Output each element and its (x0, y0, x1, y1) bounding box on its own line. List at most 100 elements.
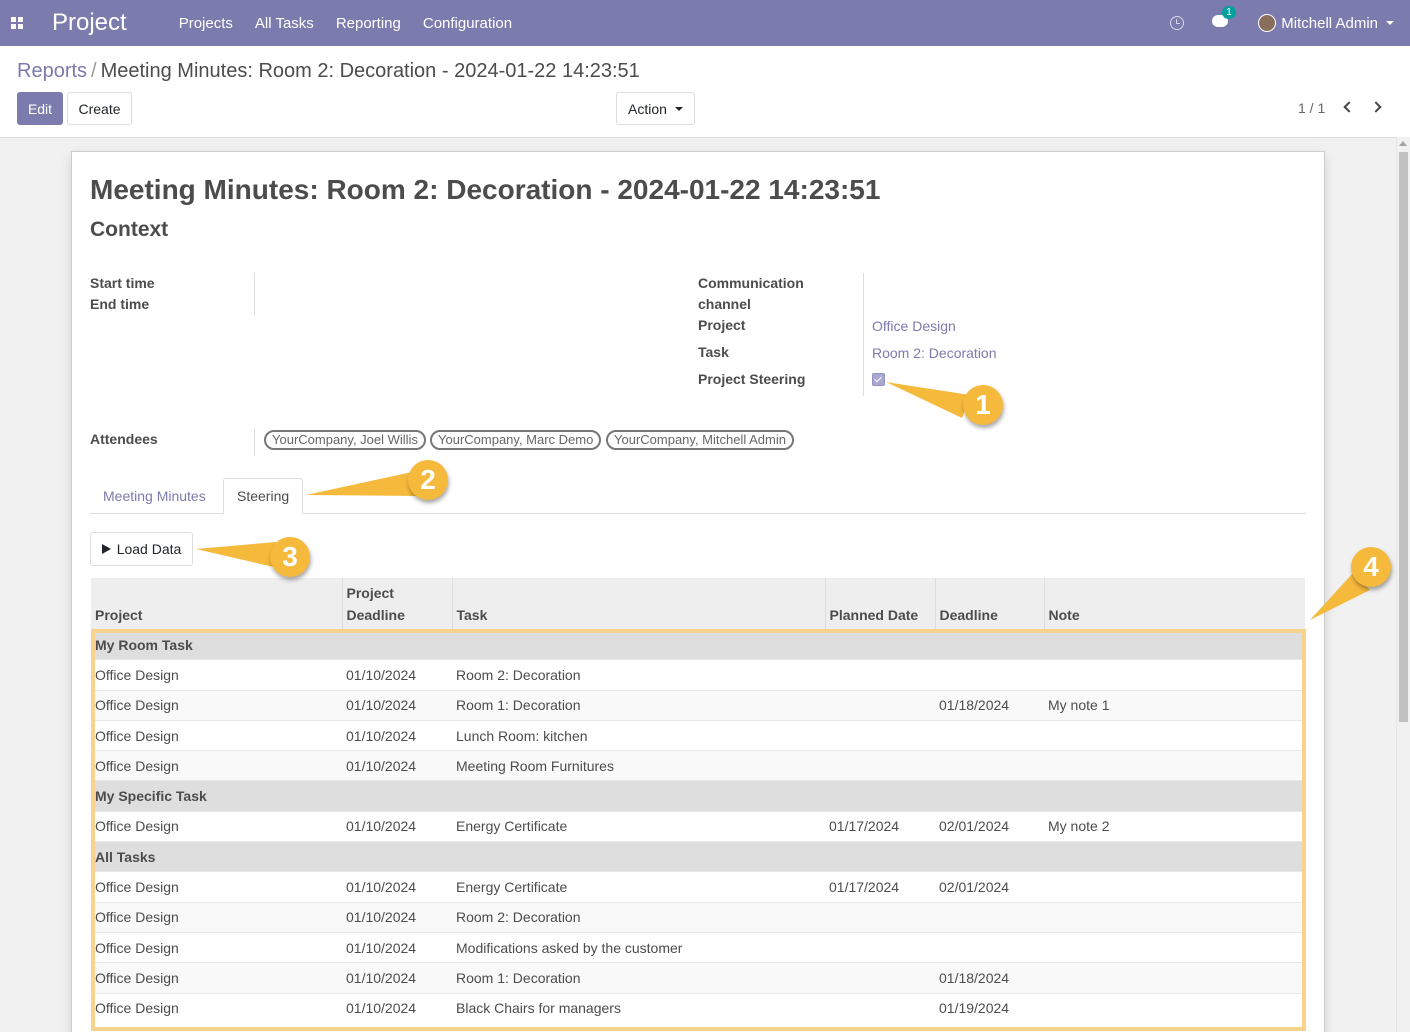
edit-button[interactable]: Edit (17, 92, 63, 125)
cell-project: Office Design (91, 901, 342, 933)
callout-badge-3: 3 (270, 537, 310, 577)
chevron-down-icon[interactable] (1386, 21, 1394, 25)
project-steering-checkbox[interactable] (872, 373, 885, 386)
cell-planned-date: 01/17/2024 (825, 871, 935, 903)
cell-planned-date (825, 750, 935, 781)
column-header-project-deadline[interactable]: Project Deadline (342, 578, 453, 630)
record-title: Meeting Minutes: Room 2: Decoration - 20… (90, 174, 881, 205)
scroll-up-arrow-icon[interactable] (1399, 141, 1407, 146)
cell-project-deadline: 01/10/2024 (342, 871, 452, 903)
cell-task: Room 1: Decoration (452, 689, 825, 721)
column-header-deadline[interactable]: Deadline (935, 578, 1045, 630)
load-data-button[interactable]: Load Data (90, 532, 193, 566)
cell-deadline: 02/01/2024 (935, 810, 1044, 842)
menu-configuration[interactable]: Configuration (423, 15, 512, 32)
tab-steering[interactable]: Steering (223, 478, 304, 514)
cell-note (1044, 719, 1305, 751)
breadcrumb-separator: / (91, 60, 97, 82)
menu-projects[interactable]: Projects (179, 15, 233, 32)
table-row[interactable]: Office Design 01/10/2024 Room 1: Decoratio… (91, 962, 1305, 994)
cell-note (1044, 962, 1305, 994)
cell-planned-date (825, 659, 935, 691)
cell-project-deadline: 01/10/2024 (342, 992, 452, 1024)
pager-value[interactable]: 1 / 1 (1298, 100, 1325, 116)
group-label: All Tasks (91, 841, 1305, 872)
table-row[interactable]: Office Design 01/10/2024 Energy Certificat… (91, 871, 1305, 903)
project-value-link[interactable]: Office Design (872, 318, 956, 334)
messaging-icon[interactable]: 1 (1212, 6, 1236, 32)
menu-all-tasks[interactable]: All Tasks (255, 15, 314, 32)
create-button[interactable]: Create (67, 92, 132, 125)
table-row[interactable]: Office Design 01/10/2024 Room 2: Decoratio… (91, 659, 1305, 691)
column-header-planned-date[interactable]: Planned Date (825, 578, 936, 630)
play-icon (101, 544, 111, 554)
group-row[interactable]: All Tasks (91, 841, 1305, 872)
column-header-project[interactable]: Project (91, 578, 343, 630)
table-row[interactable]: Office Design 01/10/2024 Meeting Room Furn… (91, 750, 1305, 781)
column-header-note[interactable]: Note (1044, 578, 1305, 630)
communication-channel-label-line2: channel (698, 296, 751, 312)
table-row[interactable]: Office Design 01/10/2024 Energy Certificat… (91, 810, 1305, 842)
cell-planned-date: 01/17/2024 (825, 810, 935, 842)
cell-project: Office Design (91, 931, 342, 963)
cell-note (1044, 750, 1305, 781)
activity-clock-icon[interactable] (1170, 16, 1185, 30)
chat-badge: 1 (1222, 6, 1236, 19)
cell-deadline (935, 750, 1044, 781)
cell-project-deadline: 01/10/2024 (342, 750, 452, 781)
cell-planned-date (825, 931, 935, 963)
cell-project: Office Design (91, 810, 342, 842)
callout-badge-4: 4 (1351, 547, 1391, 587)
cell-project-deadline: 01/10/2024 (342, 810, 452, 842)
cell-note (1044, 992, 1305, 1024)
cell-deadline: 02/01/2024 (935, 871, 1044, 903)
cell-planned-date (825, 901, 935, 933)
menu-reporting[interactable]: Reporting (336, 15, 401, 32)
user-menu[interactable]: Mitchell Admin (1281, 15, 1378, 32)
apps-menu-icon[interactable] (0, 0, 34, 46)
cell-project-deadline: 01/10/2024 (342, 719, 452, 751)
cell-project: Office Design (91, 992, 342, 1024)
cell-project: Office Design (91, 962, 342, 994)
app-name: Project (52, 9, 127, 36)
cell-project: Office Design (91, 871, 342, 903)
cell-task: Room 1: Decoration (452, 962, 825, 994)
field-divider (254, 429, 255, 456)
pager-next-icon[interactable] (1370, 99, 1384, 115)
table-row[interactable]: Office Design 01/10/2024 Modifications ask… (91, 931, 1305, 963)
attendee-tag[interactable]: YourCompany, Joel Willis (264, 430, 426, 450)
field-divider (254, 273, 255, 315)
group-row[interactable]: My Room Task (91, 628, 1305, 660)
group-row[interactable]: My Specific Task (91, 780, 1305, 812)
cell-task: Black Chairs for managers (452, 992, 825, 1024)
column-header-task[interactable]: Task (452, 578, 826, 630)
cell-project: Office Design (91, 750, 342, 781)
cell-task: Room 2: Decoration (452, 901, 825, 933)
breadcrumb-reports[interactable]: Reports (17, 60, 87, 82)
user-avatar[interactable] (1258, 14, 1277, 32)
attendee-tag[interactable]: YourCompany, Mitchell Admin (606, 430, 794, 450)
cell-task: Energy Certificate (452, 871, 825, 903)
action-dropdown[interactable]: Action (616, 92, 695, 125)
attendees-label: Attendees (90, 431, 158, 447)
cell-planned-date (825, 962, 935, 994)
task-value-link[interactable]: Room 2: Decoration (872, 345, 997, 361)
table-row[interactable]: Office Design 01/10/2024 Room 2: Decoratio… (91, 901, 1305, 933)
start-time-label: Start time (90, 275, 155, 291)
scrollbar-thumb[interactable] (1399, 152, 1408, 722)
project-label: Project (698, 317, 746, 333)
table-row[interactable]: Office Design 01/10/2024 Black Chairs for … (91, 992, 1305, 1024)
table-row[interactable]: Office Design 01/10/2024 Room 1: Decoratio… (91, 689, 1305, 721)
tab-meeting-minutes[interactable]: Meeting Minutes (90, 478, 219, 514)
cell-planned-date (825, 719, 935, 751)
pager-previous-icon[interactable] (1342, 99, 1355, 115)
cell-note (1044, 901, 1305, 933)
cell-deadline (935, 659, 1044, 691)
cell-task: Modifications asked by the customer (452, 931, 825, 963)
cell-deadline: 01/18/2024 (935, 962, 1044, 994)
cell-deadline: 01/19/2024 (935, 992, 1044, 1024)
cell-task: Lunch Room: kitchen (452, 719, 825, 751)
breadcrumb-current: Meeting Minutes: Room 2: Decoration - 20… (100, 60, 640, 82)
table-row[interactable]: Office Design 01/10/2024 Lunch Room: kitch… (91, 719, 1305, 751)
attendee-tag[interactable]: YourCompany, Marc Demo (430, 430, 602, 450)
